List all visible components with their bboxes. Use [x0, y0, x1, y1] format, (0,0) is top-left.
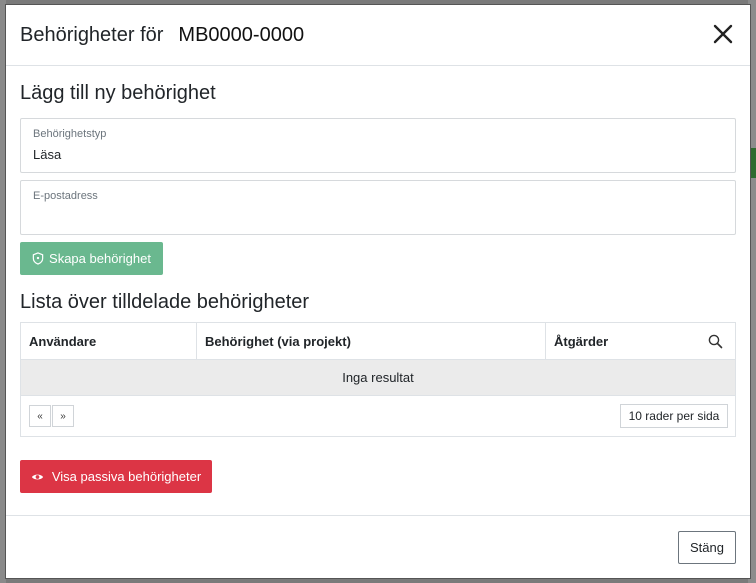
- permissions-table: Användare Behörighet (via projekt) Åtgär…: [20, 322, 736, 437]
- add-permission-heading: Lägg till ny behörighet: [20, 82, 216, 104]
- column-header-permission[interactable]: Behörighet (via projekt): [197, 323, 546, 359]
- permission-type-value[interactable]: Läsa: [33, 147, 723, 162]
- assigned-permissions-heading: Lista över tilldelade behörigheter: [20, 291, 310, 313]
- pagination: « » 10 rader per sida: [21, 396, 735, 436]
- permission-type-field[interactable]: Behörighetstyp Läsa: [20, 118, 736, 173]
- column-header-actions-label: Åtgärder: [554, 333, 609, 349]
- permissions-modal: Behörigheter för MB0000-0000 Lägg till n…: [5, 4, 751, 579]
- search-icon[interactable]: [708, 334, 723, 349]
- pager-next-button[interactable]: »: [52, 405, 74, 427]
- close-button[interactable]: Stäng: [678, 531, 736, 564]
- permission-type-label: Behörighetstyp: [33, 128, 107, 140]
- table-header: Användare Behörighet (via projekt) Åtgär…: [21, 323, 735, 360]
- create-permission-button[interactable]: Skapa behörighet: [20, 242, 163, 275]
- email-input[interactable]: [33, 209, 723, 224]
- modal-title-label: Behörigheter för: [20, 23, 164, 46]
- column-header-user[interactable]: Användare: [21, 323, 197, 359]
- email-label: E-postadress: [33, 190, 98, 202]
- modal-footer: Stäng: [6, 515, 750, 579]
- show-passive-permissions-label: Visa passiva behörigheter: [51, 469, 202, 484]
- close-icon[interactable]: [712, 23, 734, 45]
- modal-header: Behörigheter för MB0000-0000: [6, 5, 750, 66]
- column-header-actions: Åtgärder: [546, 323, 735, 359]
- create-permission-label: Skapa behörighet: [49, 251, 151, 266]
- email-field[interactable]: E-postadress: [20, 180, 736, 235]
- empty-results-row: Inga resultat: [21, 360, 735, 396]
- show-passive-permissions-button[interactable]: Visa passiva behörigheter: [20, 460, 212, 493]
- modal-title-id: MB0000-0000: [178, 23, 305, 46]
- eye-icon: [31, 474, 43, 479]
- shield-icon: [32, 252, 44, 265]
- pager-previous-button[interactable]: «: [29, 405, 51, 427]
- modal-title: Behörigheter för MB0000-0000: [20, 24, 304, 47]
- rows-per-page-select[interactable]: 10 rader per sida: [620, 404, 728, 428]
